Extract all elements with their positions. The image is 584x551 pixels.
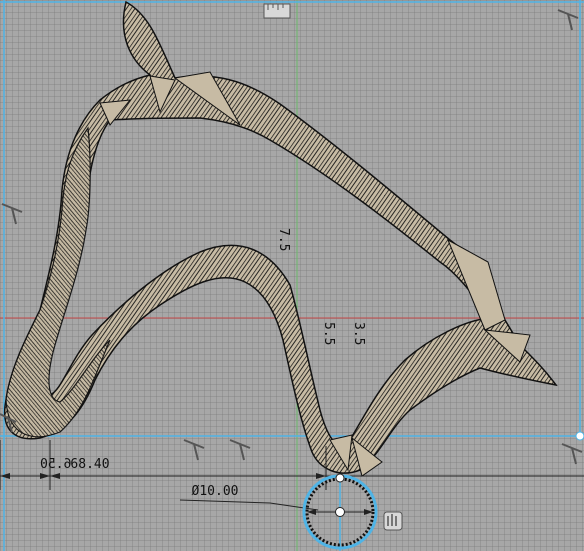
constraint-t-icon[interactable] [561,443,583,465]
hand-constraint-icon[interactable] [383,511,403,531]
dim-vertical-b[interactable]: 5.5 [321,322,336,345]
constraint-t-icon[interactable] [183,439,205,461]
dim-left-small[interactable]: 6.50 [40,457,71,472]
dim-vertical-a[interactable]: 7.5 [276,228,291,251]
constraint-t-icon[interactable] [229,439,251,461]
ruler-icon[interactable] [263,3,291,19]
dim-vertical-c[interactable]: 3.5 [351,322,366,345]
constraint-t-icon[interactable] [557,9,579,31]
dim-left-length[interactable]: 68.40 [70,457,109,472]
sketch-canvas[interactable]: 6.50 68.40 Ø10.00 7.5 5.5 3.5 [0,0,584,551]
cad-viewport[interactable]: 6.50 68.40 Ø10.00 7.5 5.5 3.5 [0,0,584,551]
dim-diameter[interactable]: Ø10.00 [192,484,239,499]
horizontal-dimensions[interactable]: 6.50 68.40 [0,440,584,490]
constraint-t-icon[interactable] [1,203,23,225]
corner-handle[interactable] [575,431,584,441]
